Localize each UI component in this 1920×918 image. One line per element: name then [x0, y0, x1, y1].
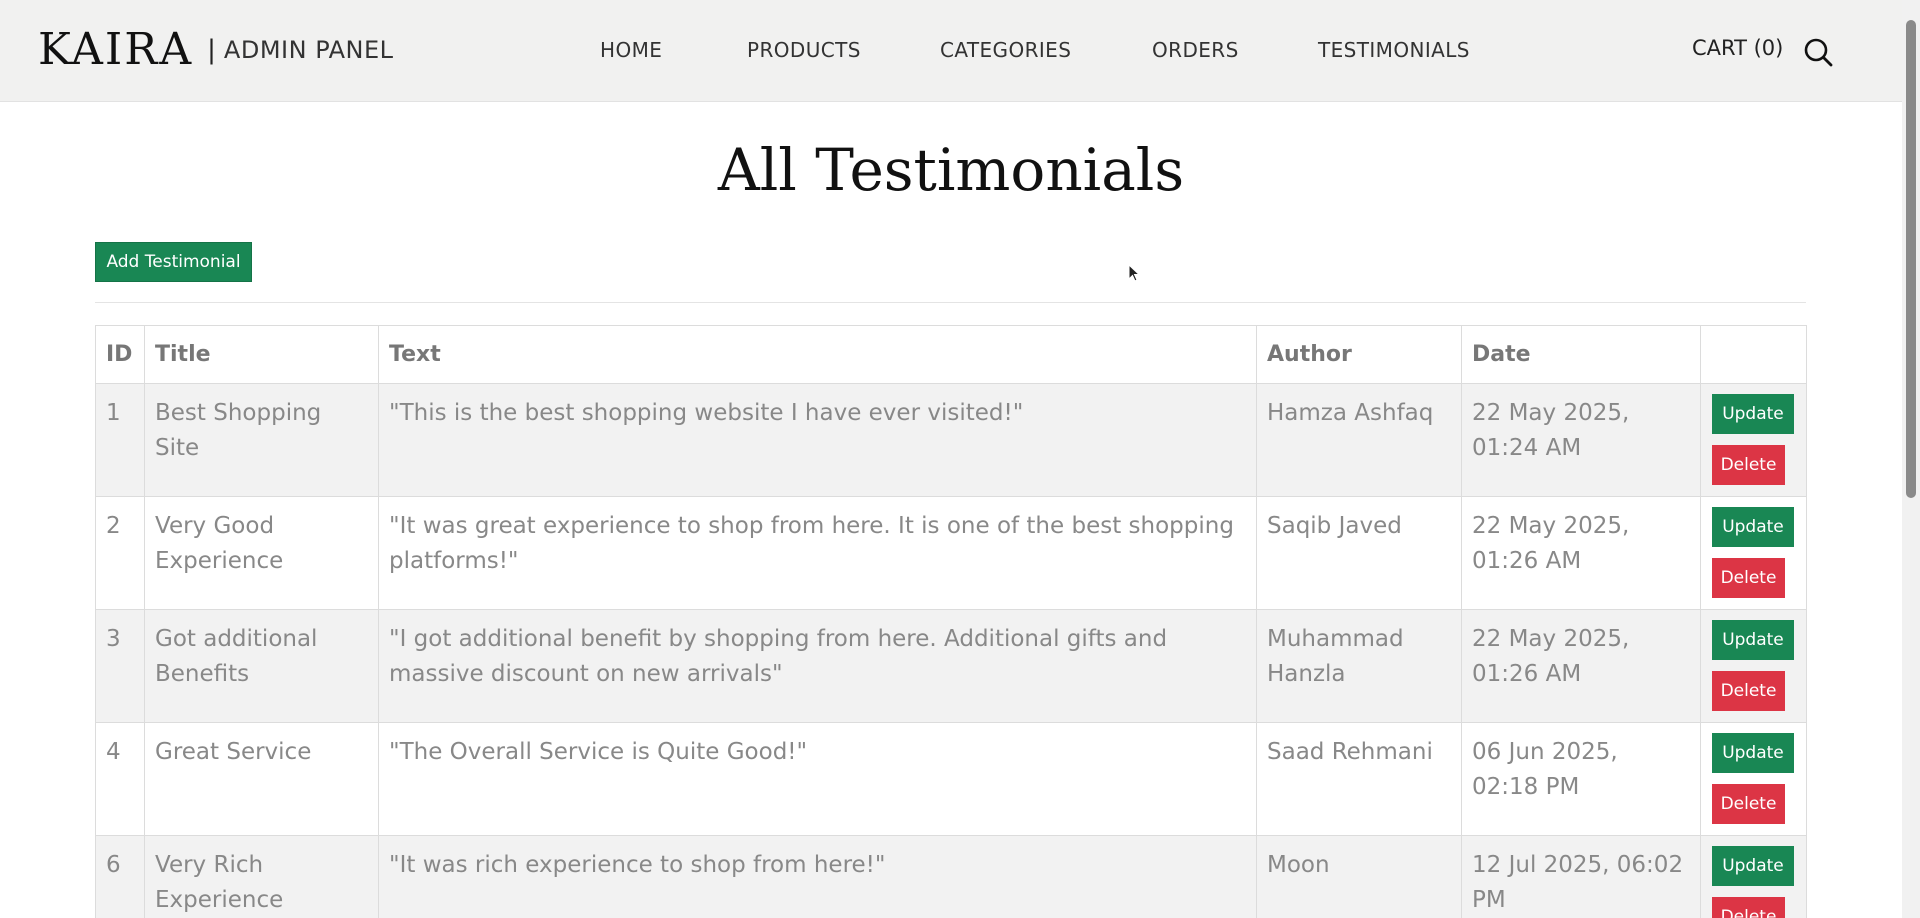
table-row: 3 Got additional Benefits "I got additio… — [95, 609, 1807, 723]
brand[interactable]: KAIRA | ADMIN PANEL — [38, 24, 394, 75]
top-navbar: KAIRA | ADMIN PANEL HOME PRODUCTS CATEGO… — [0, 0, 1902, 102]
search-icon[interactable] — [1802, 36, 1834, 68]
cell-actions: Update Delete — [1700, 722, 1807, 836]
cell-actions: Update Delete — [1700, 609, 1807, 723]
update-button[interactable]: Update — [1712, 394, 1794, 434]
cell-date: 22 May 2025, 01:24 AM — [1461, 383, 1701, 497]
cell-author: Moon — [1256, 835, 1462, 918]
cell-id: 4 — [95, 722, 145, 836]
cell-date: 06 Jun 2025, 02:18 PM — [1461, 722, 1701, 836]
table-row: 2 Very Good Experience "It was great exp… — [95, 496, 1807, 610]
add-testimonial-button[interactable]: Add Testimonial — [95, 242, 252, 282]
cell-text: "The Overall Service is Quite Good!" — [378, 722, 1257, 836]
cell-date: 12 Jul 2025, 06:02 PM — [1461, 835, 1701, 918]
cell-author: Saqib Javed — [1256, 496, 1462, 610]
cell-date: 22 May 2025, 01:26 AM — [1461, 496, 1701, 610]
col-id-header: ID — [95, 325, 145, 384]
nav-products[interactable]: PRODUCTS — [747, 38, 861, 62]
table-header-row: ID Title Text Author Date — [95, 325, 1807, 384]
cell-author: Saad Rehmani — [1256, 722, 1462, 836]
cell-id: 2 — [95, 496, 145, 610]
brand-subtitle: ADMIN PANEL — [223, 35, 394, 64]
mouse-pointer-icon — [1128, 264, 1141, 282]
col-title-header: Title — [144, 325, 379, 384]
table-row: 1 Best Shopping Site "This is the best s… — [95, 383, 1807, 497]
cell-date: 22 May 2025, 01:26 AM — [1461, 609, 1701, 723]
cell-text: "I got additional benefit by shopping fr… — [378, 609, 1257, 723]
cell-author: Muhammad Hanzla — [1256, 609, 1462, 723]
col-date-header: Date — [1461, 325, 1701, 384]
delete-button[interactable]: Delete — [1712, 784, 1785, 824]
brand-logo[interactable]: KAIRA — [38, 24, 193, 75]
cell-actions: Update Delete — [1700, 835, 1807, 918]
delete-button[interactable]: Delete — [1712, 897, 1785, 918]
cell-id: 3 — [95, 609, 145, 723]
cell-actions: Update Delete — [1700, 496, 1807, 610]
delete-button[interactable]: Delete — [1712, 445, 1785, 485]
cart-link[interactable]: CART (0) — [1692, 36, 1783, 60]
vertical-scrollbar[interactable] — [1902, 0, 1920, 918]
brand-separator: | — [207, 34, 216, 65]
nav-categories[interactable]: CATEGORIES — [940, 38, 1071, 62]
nav-orders[interactable]: ORDERS — [1152, 38, 1239, 62]
nav-home[interactable]: HOME — [600, 38, 662, 62]
cell-author: Hamza Ashfaq — [1256, 383, 1462, 497]
update-button[interactable]: Update — [1712, 507, 1794, 547]
cell-actions: Update Delete — [1700, 383, 1807, 497]
update-button[interactable]: Update — [1712, 846, 1794, 886]
delete-button[interactable]: Delete — [1712, 671, 1785, 711]
table-row: 4 Great Service "The Overall Service is … — [95, 722, 1807, 836]
nav-testimonials[interactable]: TESTIMONIALS — [1318, 38, 1470, 62]
col-author-header: Author — [1256, 325, 1462, 384]
cell-title: Very Rich Experience — [144, 835, 379, 918]
divider — [95, 302, 1806, 303]
cell-id: 1 — [95, 383, 145, 497]
cell-title: Great Service — [144, 722, 379, 836]
col-text-header: Text — [378, 325, 1257, 384]
table-row: 6 Very Rich Experience "It was rich expe… — [95, 835, 1807, 918]
page-title: All Testimonials — [717, 136, 1185, 204]
cell-title: Best Shopping Site — [144, 383, 379, 497]
testimonials-table: ID Title Text Author Date 1 Best Shoppin… — [95, 325, 1807, 918]
col-actions-header — [1700, 325, 1807, 384]
cell-id: 6 — [95, 835, 145, 918]
scrollbar-thumb[interactable] — [1906, 20, 1916, 498]
testimonials-table-wrapper: ID Title Text Author Date 1 Best Shoppin… — [95, 325, 1807, 918]
cell-text: "It was rich experience to shop from her… — [378, 835, 1257, 918]
cell-title: Got additional Benefits — [144, 609, 379, 723]
cell-title: Very Good Experience — [144, 496, 379, 610]
update-button[interactable]: Update — [1712, 733, 1794, 773]
update-button[interactable]: Update — [1712, 620, 1794, 660]
cell-text: "It was great experience to shop from he… — [378, 496, 1257, 610]
cell-text: "This is the best shopping website I hav… — [378, 383, 1257, 497]
delete-button[interactable]: Delete — [1712, 558, 1785, 598]
